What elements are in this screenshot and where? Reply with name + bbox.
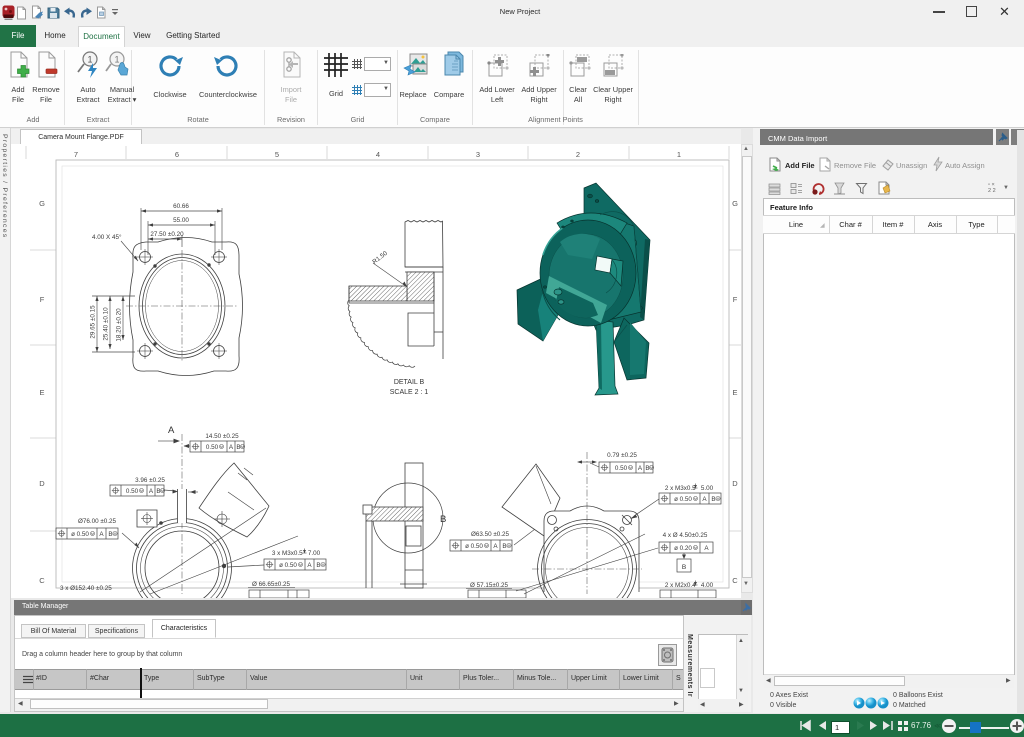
svg-text:18.20 ±0.20: 18.20 ±0.20 — [116, 308, 123, 342]
svg-text:G: G — [732, 199, 738, 208]
svg-text:M: M — [220, 445, 223, 449]
svg-text:A: A — [99, 531, 104, 538]
svg-text:M: M — [299, 563, 302, 567]
svg-text:M: M — [717, 497, 720, 501]
svg-text:ø 0.20: ø 0.20 — [674, 545, 692, 552]
svg-text:29.65 ±0.15: 29.65 ±0.15 — [90, 305, 97, 339]
svg-text:ø 0.50: ø 0.50 — [71, 531, 89, 538]
svg-text:B: B — [236, 444, 240, 451]
svg-text:A: A — [229, 444, 234, 451]
svg-text:6: 6 — [175, 150, 179, 159]
svg-text:B: B — [682, 564, 686, 571]
svg-text:27.50 ±0.20: 27.50 ±0.20 — [150, 231, 184, 238]
svg-text:M: M — [140, 489, 143, 493]
svg-text:3 x M3x0.5 7.00: 3 x M3x0.5 7.00 — [272, 550, 321, 557]
svg-text:F: F — [733, 295, 738, 304]
svg-text:M: M — [485, 544, 488, 548]
svg-text:C: C — [39, 576, 45, 585]
svg-text:B: B — [645, 465, 649, 472]
svg-text:0.79 ±0.25: 0.79 ±0.25 — [607, 452, 637, 459]
svg-text:2 x M2x0.4 4.00: 2 x M2x0.4 4.00 — [665, 582, 714, 589]
svg-text:1: 1 — [114, 55, 119, 65]
svg-text:3.96 ±0.25: 3.96 ±0.25 — [135, 477, 165, 484]
svg-text:Ø 66.65±0.25: Ø 66.65±0.25 — [252, 581, 291, 588]
svg-text:A: A — [493, 543, 498, 550]
svg-text:4 x Ø 4.50±0.25: 4 x Ø 4.50±0.25 — [663, 532, 708, 539]
svg-text:7: 7 — [74, 150, 78, 159]
svg-text:2: 2 — [576, 150, 580, 159]
svg-text:SCALE 2 : 1: SCALE 2 : 1 — [390, 389, 429, 396]
svg-text:B: B — [711, 496, 715, 503]
svg-text:A: A — [638, 465, 643, 472]
svg-text:ø 0.50: ø 0.50 — [279, 562, 297, 569]
svg-text:4.00 X 45°: 4.00 X 45° — [92, 233, 122, 241]
svg-text:B: B — [440, 514, 446, 525]
svg-text:M: M — [650, 466, 653, 470]
svg-text:2 x M3x0.5 5.00: 2 x M3x0.5 5.00 — [665, 485, 714, 492]
svg-text:M: M — [694, 546, 697, 550]
svg-text:F: F — [40, 295, 45, 304]
svg-text:M: M — [114, 532, 117, 536]
svg-text:E: E — [732, 388, 737, 397]
svg-text:C: C — [732, 576, 738, 585]
svg-text:5: 5 — [275, 150, 279, 159]
svg-text:ø 0.50: ø 0.50 — [465, 543, 483, 550]
svg-text:25.40 ±0.10: 25.40 ±0.10 — [103, 307, 110, 341]
svg-text:3 x Ø152.40 ±0.25: 3 x Ø152.40 ±0.25 — [60, 585, 112, 592]
svg-text:B: B — [316, 562, 320, 569]
svg-text:Ø 57.15±0.25: Ø 57.15±0.25 — [470, 582, 509, 589]
svg-text:A: A — [168, 425, 175, 436]
svg-text:A: A — [149, 488, 154, 495]
svg-text:DETAIL B: DETAIL B — [394, 379, 425, 386]
svg-text:14.50 ±0.25: 14.50 ±0.25 — [205, 433, 239, 440]
svg-text:1: 1 — [677, 150, 681, 159]
svg-text:B: B — [108, 531, 112, 538]
svg-text:1: 1 — [87, 55, 92, 65]
svg-text:A: A — [307, 562, 312, 569]
svg-text:55.00: 55.00 — [173, 217, 189, 224]
svg-text:0.50: 0.50 — [206, 444, 219, 451]
svg-text:60.66: 60.66 — [173, 203, 189, 210]
svg-text:M: M — [694, 497, 697, 501]
svg-text:M: M — [91, 532, 94, 536]
svg-text:D: D — [732, 479, 738, 488]
svg-text:3: 3 — [476, 150, 480, 159]
svg-text:D: D — [39, 479, 45, 488]
svg-text:M: M — [508, 544, 511, 548]
svg-text:Ø63.50 ±0.25: Ø63.50 ±0.25 — [471, 531, 510, 538]
svg-text:A: A — [704, 545, 709, 552]
svg-text:0.50: 0.50 — [615, 465, 628, 472]
svg-text:B: B — [502, 543, 506, 550]
svg-text:Ø76.00 ±0.25: Ø76.00 ±0.25 — [78, 518, 117, 525]
svg-text:4: 4 — [376, 150, 380, 159]
svg-text:E: E — [39, 388, 44, 397]
svg-text:M: M — [161, 489, 164, 493]
svg-text:B: B — [156, 488, 160, 495]
svg-text:G: G — [39, 199, 45, 208]
svg-text:M: M — [322, 563, 325, 567]
svg-text:ø 0.50: ø 0.50 — [674, 496, 692, 503]
svg-text:A: A — [702, 496, 707, 503]
svg-text:0.50: 0.50 — [126, 488, 139, 495]
svg-text:M: M — [629, 466, 632, 470]
svg-text:M: M — [241, 445, 244, 449]
